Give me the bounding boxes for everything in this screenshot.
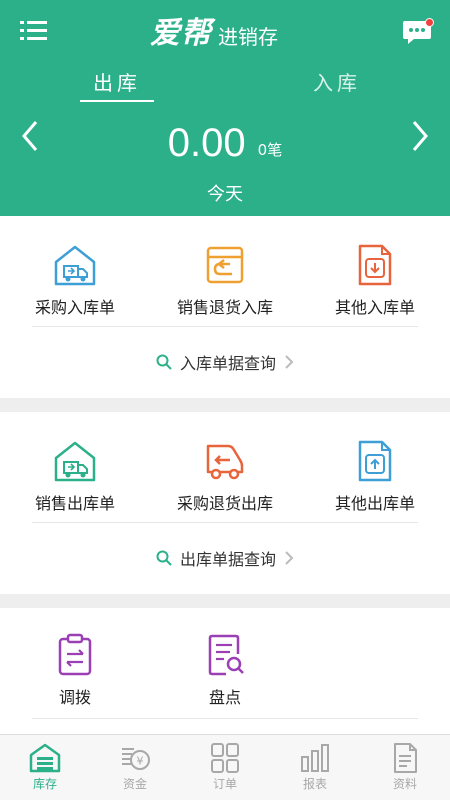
sales-return-inbound-button[interactable]: 销售退货入库 <box>150 242 300 318</box>
tab-inbound[interactable]: 入库 <box>300 68 374 102</box>
action-label: 其他入库单 <box>334 298 415 317</box>
action-label: 采购入库单 <box>34 298 115 317</box>
amount-display: 0.00 0笔 <box>0 114 450 168</box>
return-box-icon <box>206 246 244 284</box>
action-label: 采购退货出库 <box>176 494 273 513</box>
sales-outbound-button[interactable]: 销售出库单 <box>0 438 150 514</box>
document-upload-icon <box>358 440 392 482</box>
action-label: 盘点 <box>208 688 241 707</box>
action-label: 调拨 <box>58 688 91 707</box>
tab-label: 资料 <box>392 777 417 791</box>
warehouse-truck-icon <box>54 441 96 482</box>
tab-profile-data[interactable]: 资料 <box>360 735 450 800</box>
other-inbound-button[interactable]: 其他入库单 <box>300 242 450 318</box>
app-logo: 爱帮 进销存 <box>150 16 278 50</box>
misc-card: 调拨 盘点 <box>0 608 450 734</box>
action-label: 销售退货入库 <box>176 298 273 317</box>
notification-dot <box>425 18 434 27</box>
tab-label: 订单 <box>212 777 237 791</box>
logo-subtitle: 进销存 <box>218 25 278 49</box>
menu-icon[interactable] <box>20 18 48 44</box>
outbound-query-label: 出库单据查询 <box>179 550 276 569</box>
warehouse-truck-icon <box>54 245 96 286</box>
bar-chart-icon <box>301 744 329 772</box>
outbound-query-link[interactable]: 出库单据查询 <box>0 540 450 576</box>
outbound-card: 销售出库单 采购退货出库 其他出库单 出库单据查询 <box>0 412 450 594</box>
chevron-right-icon <box>285 355 294 369</box>
action-label: 销售出库单 <box>34 494 115 513</box>
document-download-icon <box>358 244 392 286</box>
search-icon <box>156 550 172 566</box>
grid-icon <box>211 743 239 773</box>
tab-inventory[interactable]: 库存 <box>0 735 90 800</box>
divider <box>32 718 418 719</box>
message-button[interactable] <box>402 18 434 46</box>
action-label: 其他出库单 <box>334 494 415 513</box>
transfer-button[interactable]: 调拨 <box>0 632 150 708</box>
inbound-query-link[interactable]: 入库单据查询 <box>0 344 450 380</box>
inbound-query-label: 入库单据查询 <box>179 354 276 373</box>
chevron-right-icon <box>285 551 294 565</box>
other-outbound-button[interactable]: 其他出库单 <box>300 438 450 514</box>
truck-return-icon <box>206 444 244 480</box>
date-label[interactable]: 今天 <box>0 180 450 206</box>
svg-text:¥: ¥ <box>137 755 144 768</box>
header: 爱帮 进销存 出库 入库 0.00 0笔 今天 <box>0 0 450 216</box>
document-search-icon <box>208 634 244 676</box>
tab-reports[interactable]: 报表 <box>270 735 360 800</box>
purchase-inbound-button[interactable]: 采购入库单 <box>0 242 150 318</box>
tab-label: 库存 <box>32 777 57 791</box>
inbound-card: 采购入库单 销售退货入库 其他入库单 入库单据查询 <box>0 216 450 398</box>
logo-main: 爱帮 <box>150 16 212 51</box>
stocktake-button[interactable]: 盘点 <box>150 632 300 708</box>
tab-funds[interactable]: ¥ 资金 <box>90 735 180 800</box>
amount-count: 0笔 <box>257 141 283 159</box>
bottom-tab-bar: 库存 ¥ 资金 订单 报表 资料 <box>0 734 450 800</box>
search-icon <box>156 354 172 370</box>
divider <box>32 326 418 327</box>
clipboard-transfer-icon <box>58 633 92 676</box>
warehouse-icon <box>29 743 61 773</box>
tab-outbound[interactable]: 出库 <box>80 68 154 102</box>
divider <box>32 522 418 523</box>
tab-orders[interactable]: 订单 <box>180 735 270 800</box>
amount-value: 0.00 <box>167 121 246 165</box>
document-icon <box>394 743 417 773</box>
tab-label: 资金 <box>122 777 147 791</box>
money-icon: ¥ <box>122 748 150 770</box>
tab-label: 报表 <box>302 777 327 791</box>
purchase-return-outbound-button[interactable]: 采购退货出库 <box>150 438 300 514</box>
